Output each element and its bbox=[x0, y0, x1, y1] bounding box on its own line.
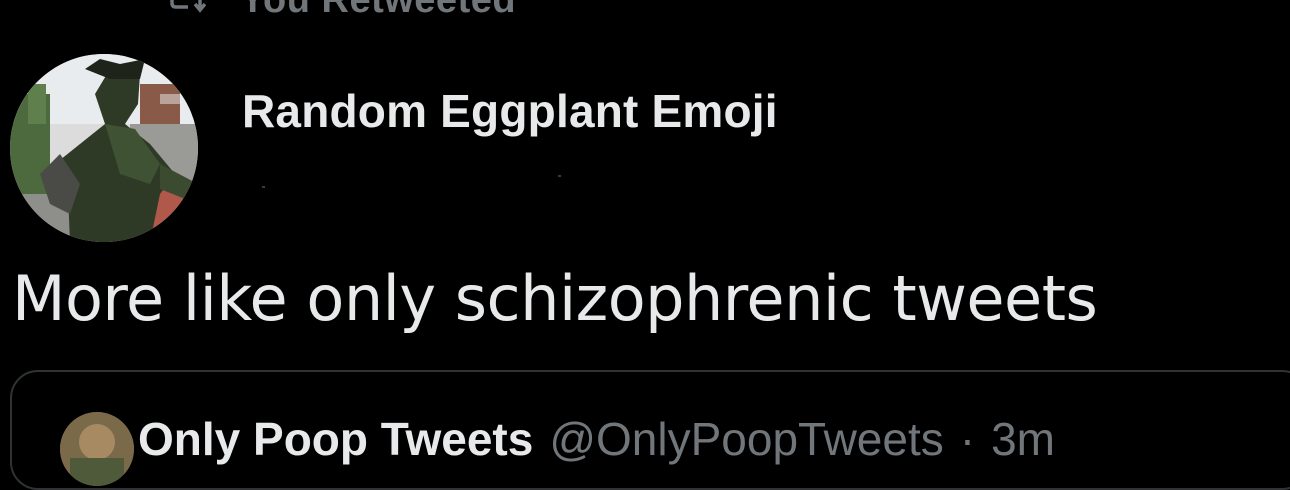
quoted-display-name[interactable]: Only Poop Tweets bbox=[138, 413, 533, 465]
quoted-author-avatar[interactable] bbox=[60, 412, 134, 486]
header-separator: · bbox=[959, 413, 976, 465]
author-avatar[interactable] bbox=[10, 54, 198, 242]
tweet-text: More like only schizophrenic tweets bbox=[12, 262, 1098, 335]
retweet-banner: You Retweeted bbox=[166, 0, 516, 22]
quoted-avatar-image bbox=[60, 412, 134, 486]
divider-dot bbox=[558, 175, 561, 177]
retweet-label[interactable]: You Retweeted bbox=[240, 0, 516, 22]
statue-photo-avatar bbox=[10, 54, 198, 242]
divider-dot bbox=[262, 186, 265, 188]
author-display-name[interactable]: Random Eggplant Emoji bbox=[242, 84, 778, 138]
retweet-icon bbox=[166, 0, 207, 15]
quoted-timestamp[interactable]: 3m bbox=[991, 413, 1055, 465]
quoted-handle[interactable]: @OnlyPoopTweets bbox=[549, 413, 943, 465]
quoted-tweet-header: Only Poop Tweets @OnlyPoopTweets · 3m bbox=[138, 412, 1055, 466]
